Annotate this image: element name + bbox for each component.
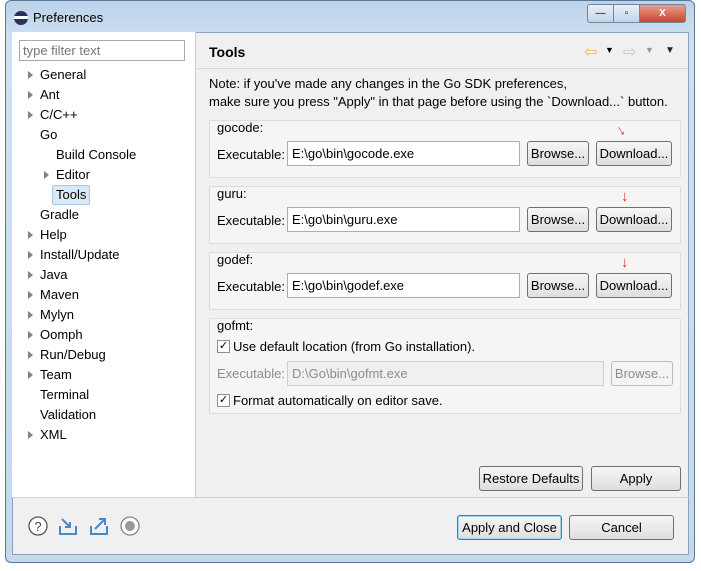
tree-item[interactable]: Help <box>40 225 67 245</box>
forward-arrow-icon[interactable]: ⇨ <box>623 42 636 62</box>
guru-label: guru: <box>217 186 247 201</box>
godef-label: godef: <box>217 252 254 267</box>
expand-arrow-icon[interactable] <box>28 71 33 79</box>
close-button[interactable]: X <box>639 4 686 23</box>
import-icon[interactable] <box>58 516 78 536</box>
tree-item[interactable]: Install/Update <box>40 245 120 265</box>
annotation-arrow-icon: ↓ <box>621 254 629 271</box>
footer-divider <box>12 497 689 498</box>
guru-browse-button[interactable]: Browse... <box>527 207 589 232</box>
godef-executable-label: Executable: <box>217 279 285 294</box>
svg-text:?: ? <box>34 519 41 534</box>
expand-arrow-icon[interactable] <box>28 351 33 359</box>
tree-item[interactable]: Build Console <box>56 145 136 165</box>
expand-arrow-icon[interactable] <box>28 371 33 379</box>
expand-arrow-icon[interactable] <box>28 311 33 319</box>
tree-item[interactable]: Ant <box>40 85 60 105</box>
godef-download-button[interactable]: Download... <box>596 273 672 298</box>
note-line-2: make sure you press "Apply" in that page… <box>209 94 668 109</box>
tree-item[interactable]: Run/Debug <box>40 345 106 365</box>
expand-arrow-icon[interactable] <box>28 251 33 259</box>
gocode-download-button[interactable]: Download... <box>596 141 672 166</box>
apply-button[interactable]: Apply <box>591 466 681 491</box>
tree-item[interactable]: Java <box>40 265 67 285</box>
use-default-label: Use default location (from Go installati… <box>233 339 476 354</box>
expand-arrow-icon[interactable] <box>28 271 33 279</box>
apply-and-close-button[interactable]: Apply and Close <box>457 515 562 540</box>
forward-menu-icon[interactable]: ▼ <box>645 45 654 55</box>
tree-item[interactable]: Editor <box>56 165 90 185</box>
view-menu-icon[interactable]: ▼ <box>665 45 675 56</box>
divider <box>197 68 688 69</box>
expand-arrow-icon[interactable] <box>28 91 33 99</box>
gocode-browse-button[interactable]: Browse... <box>527 141 589 166</box>
window-title: Preferences <box>33 10 104 25</box>
back-arrow-icon[interactable]: ⇦ <box>584 42 597 62</box>
format-on-save-label: Format automatically on editor save. <box>233 393 443 408</box>
tree-item[interactable]: Validation <box>40 405 96 425</box>
gocode-executable-input[interactable]: E:\go\bin\gocode.exe <box>287 141 520 166</box>
guru-executable-input[interactable]: E:\go\bin\guru.exe <box>287 207 520 232</box>
tree-item[interactable]: Team <box>40 365 72 385</box>
expand-arrow-icon[interactable] <box>44 171 49 179</box>
tree-item[interactable]: General <box>40 65 86 85</box>
gofmt-executable-label: Executable: <box>217 366 285 381</box>
page-title: Tools <box>209 44 246 60</box>
tree-item[interactable]: C/C++ <box>40 105 78 125</box>
gofmt-browse-button[interactable]: Browse... <box>611 361 673 386</box>
cancel-button[interactable]: Cancel <box>569 515 674 540</box>
gofmt-executable-input[interactable]: D:\Go\bin\gofmt.exe <box>287 361 604 386</box>
tree-item[interactable]: Go <box>40 125 57 145</box>
record-icon[interactable] <box>120 516 140 536</box>
tree-item[interactable]: Oomph <box>40 325 83 345</box>
expand-arrow-icon[interactable] <box>28 431 33 439</box>
guru-download-button[interactable]: Download... <box>596 207 672 232</box>
tree-item[interactable]: Tools <box>52 185 91 205</box>
note-line-1: Note: if you've made any changes in the … <box>209 76 568 91</box>
format-on-save-checkbox[interactable]: ✓ <box>217 394 230 407</box>
annotation-arrow-icon: ↓ <box>621 188 629 205</box>
tree-item[interactable]: Gradle <box>40 205 79 225</box>
eclipse-icon <box>14 11 28 25</box>
expand-arrow-icon[interactable] <box>28 331 33 339</box>
filter-input[interactable] <box>19 40 185 61</box>
gocode-label: gocode: <box>217 120 264 135</box>
use-default-checkbox[interactable]: ✓ <box>217 340 230 353</box>
tree-item[interactable]: Mylyn <box>40 305 74 325</box>
restore-defaults-button[interactable]: Restore Defaults <box>479 466 583 491</box>
help-icon[interactable]: ? <box>28 516 48 536</box>
expand-arrow-icon[interactable] <box>28 291 33 299</box>
export-icon[interactable] <box>89 516 109 536</box>
gocode-executable-label: Executable: <box>217 147 285 162</box>
tree-item[interactable]: Terminal <box>40 385 89 405</box>
expand-arrow-icon[interactable] <box>28 231 33 239</box>
godef-executable-input[interactable]: E:\go\bin\godef.exe <box>287 273 520 298</box>
maximize-button[interactable]: ▫ <box>613 4 640 23</box>
back-menu-icon[interactable]: ▼ <box>605 45 614 55</box>
gofmt-label: gofmt: <box>217 318 254 333</box>
tree-item[interactable]: Maven <box>40 285 79 305</box>
tree-item[interactable]: XML <box>40 425 67 445</box>
expand-arrow-icon[interactable] <box>28 111 33 119</box>
minimize-button[interactable]: — <box>587 4 614 23</box>
godef-browse-button[interactable]: Browse... <box>527 273 589 298</box>
guru-executable-label: Executable: <box>217 213 285 228</box>
